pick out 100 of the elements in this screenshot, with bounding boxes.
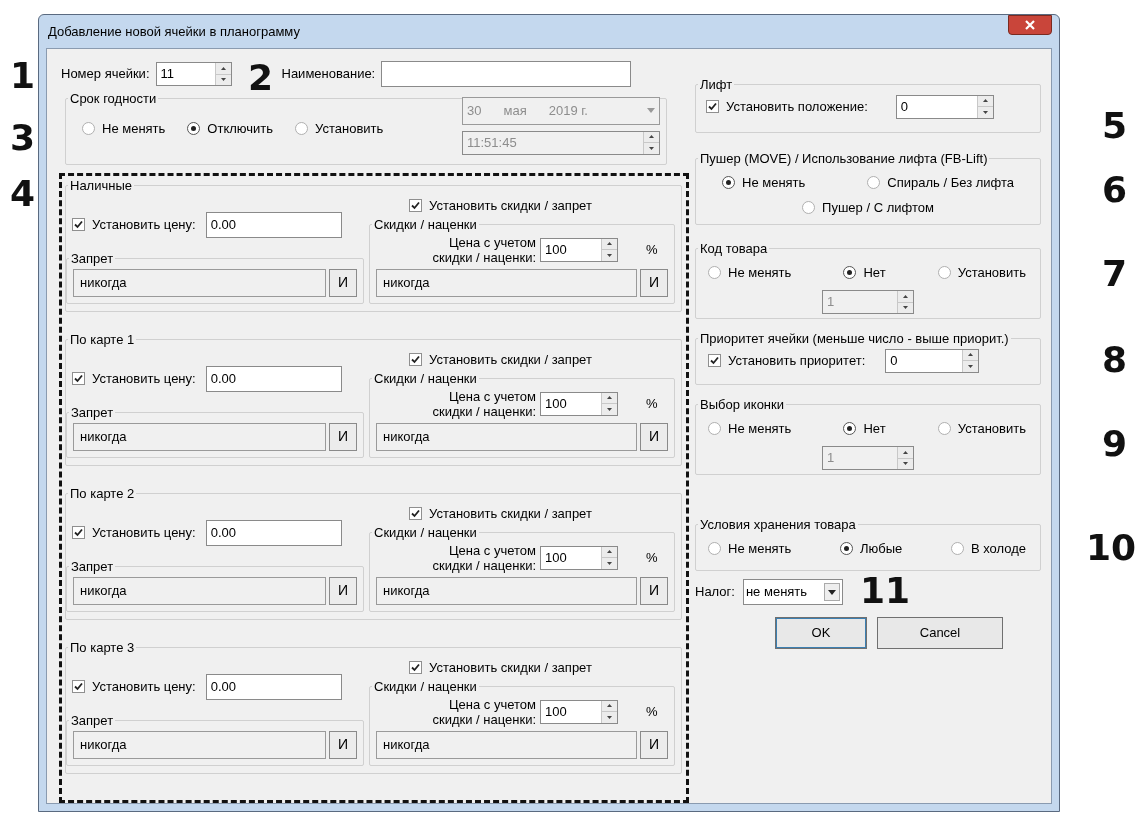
- field-label: Наименование:: [281, 65, 376, 84]
- schedule-field[interactable]: никогда: [376, 730, 637, 759]
- up-arrow-icon: [982, 99, 988, 103]
- field-label: Цена с учетом: [448, 542, 536, 558]
- stepper-button[interactable]: [601, 392, 617, 415]
- schedule-button[interactable]: И: [640, 730, 668, 759]
- price-field[interactable]: 0.00: [205, 673, 342, 700]
- callout-number: 4: [10, 176, 36, 212]
- radio-button[interactable]: Спираль / Без лифта: [867, 172, 1015, 192]
- up-arrow-icon: [903, 294, 908, 298]
- price-field[interactable]: 0.00: [205, 211, 342, 238]
- group-title: Скидки / наценки: [373, 678, 478, 696]
- radio-button[interactable]: Установить: [295, 118, 384, 139]
- checkbox[interactable]: Установить скидки / запрет: [409, 503, 592, 523]
- percent-label: %: [646, 702, 658, 721]
- group-title: Наличные: [69, 177, 133, 195]
- group-title: Скидки / наценки: [373, 524, 478, 542]
- down-arrow-icon: [607, 561, 612, 565]
- dropdown-icon: [647, 108, 655, 113]
- group-title: Пушер (MOVE) / Использование лифта (FB-Lift): [699, 150, 989, 168]
- up-arrow-icon: [607, 704, 612, 708]
- radio-button[interactable]: Пушер / С лифтом: [802, 198, 934, 218]
- checkbox[interactable]: Установить цену:: [72, 214, 196, 235]
- down-arrow-icon: [607, 253, 612, 257]
- checkbox[interactable]: Установить скидки / запрет: [409, 657, 592, 677]
- callout-number: 1: [10, 58, 36, 94]
- number-field[interactable]: 100: [540, 699, 618, 724]
- callout-number: 8: [1102, 342, 1128, 378]
- radio-button[interactable]: Любые: [839, 538, 903, 558]
- checkbox[interactable]: Установить цену:: [72, 676, 196, 697]
- schedule-button[interactable]: И: [329, 268, 357, 297]
- number-field[interactable]: 0: [895, 94, 994, 119]
- up-arrow-icon: [649, 135, 654, 139]
- radio-button[interactable]: Отключить: [187, 118, 274, 139]
- checkbox[interactable]: Установить скидки / запрет: [409, 195, 592, 215]
- stepper-button[interactable]: [214, 63, 231, 85]
- schedule-button[interactable]: И: [329, 576, 357, 605]
- close-icon: [1025, 19, 1035, 30]
- checkbox[interactable]: Установить положение:: [706, 96, 868, 117]
- schedule-button[interactable]: И: [329, 730, 357, 759]
- dialog-button[interactable]: OK: [775, 617, 867, 649]
- up-arrow-icon: [220, 66, 226, 70]
- down-arrow-icon: [903, 306, 908, 310]
- schedule-field[interactable]: никогда: [73, 268, 326, 297]
- radio-button[interactable]: Не менять: [722, 172, 806, 192]
- checkbox[interactable]: Установить цену:: [72, 368, 196, 389]
- percent-label: %: [646, 394, 658, 413]
- schedule-field[interactable]: никогда: [376, 576, 637, 605]
- number-field[interactable]: 100: [540, 545, 618, 570]
- tax-dropdown[interactable]: не менять: [742, 579, 843, 605]
- callout-number: 5: [1102, 108, 1128, 144]
- up-arrow-icon: [903, 450, 908, 454]
- stepper-button[interactable]: [601, 238, 617, 261]
- group-title: По карте 1: [69, 331, 136, 349]
- dialog-button[interactable]: Cancel: [877, 617, 1003, 649]
- schedule-field[interactable]: никогда: [376, 422, 637, 451]
- field-label: скидки / наценки:: [432, 249, 536, 265]
- number-field[interactable]: 0: [885, 348, 980, 373]
- stepper-button[interactable]: [601, 546, 617, 569]
- group-title: Условия хранения товара: [699, 516, 857, 534]
- number-field[interactable]: 11: [155, 62, 232, 86]
- group-title: Запрет: [70, 558, 115, 576]
- up-arrow-icon: [607, 550, 612, 554]
- group-title: Приоритет ячейки (меньше число - выше приорит.): [699, 330, 1010, 348]
- group-title: Запрет: [70, 404, 115, 422]
- price-field[interactable]: 0.00: [205, 519, 342, 546]
- radio-button[interactable]: Не менять: [708, 538, 792, 558]
- name-field[interactable]: [381, 61, 632, 87]
- schedule-button[interactable]: И: [640, 268, 668, 297]
- close-button[interactable]: [1008, 14, 1052, 35]
- radio-button[interactable]: В холоде: [950, 538, 1026, 558]
- checkbox[interactable]: Установить скидки / запрет: [409, 349, 592, 369]
- group-title: Запрет: [70, 250, 115, 268]
- group-title: Лифт: [699, 76, 734, 94]
- stepper-button[interactable]: [976, 95, 993, 118]
- radio-button[interactable]: Не менять: [82, 118, 166, 139]
- number-field[interactable]: 100: [540, 237, 618, 262]
- stepper-button[interactable]: [601, 700, 617, 723]
- stepper-button[interactable]: [962, 349, 979, 372]
- checkbox[interactable]: Установить приоритет:: [708, 350, 866, 371]
- field-label: Цена с учетом: [448, 388, 536, 404]
- down-arrow-icon: [968, 364, 974, 368]
- group-title: Запрет: [70, 712, 115, 730]
- field-label: скидки / наценки:: [432, 711, 536, 727]
- schedule-button[interactable]: И: [329, 422, 357, 451]
- schedule-field[interactable]: никогда: [73, 422, 326, 451]
- down-arrow-icon: [220, 78, 226, 82]
- number-field[interactable]: 100: [540, 391, 618, 416]
- price-field[interactable]: 0.00: [205, 365, 342, 392]
- checkbox[interactable]: Установить цену:: [72, 522, 196, 543]
- group-title: Скидки / наценки: [373, 370, 478, 388]
- schedule-field[interactable]: никогда: [73, 730, 326, 759]
- schedule-button[interactable]: И: [640, 576, 668, 605]
- group-title: Выбор иконки: [699, 396, 785, 414]
- schedule-field[interactable]: никогда: [73, 576, 326, 605]
- percent-label: %: [646, 548, 658, 567]
- callout-number: 2: [248, 60, 274, 96]
- field-label: Налог:: [695, 583, 735, 602]
- schedule-field[interactable]: никогда: [376, 268, 637, 297]
- schedule-button[interactable]: И: [640, 422, 668, 451]
